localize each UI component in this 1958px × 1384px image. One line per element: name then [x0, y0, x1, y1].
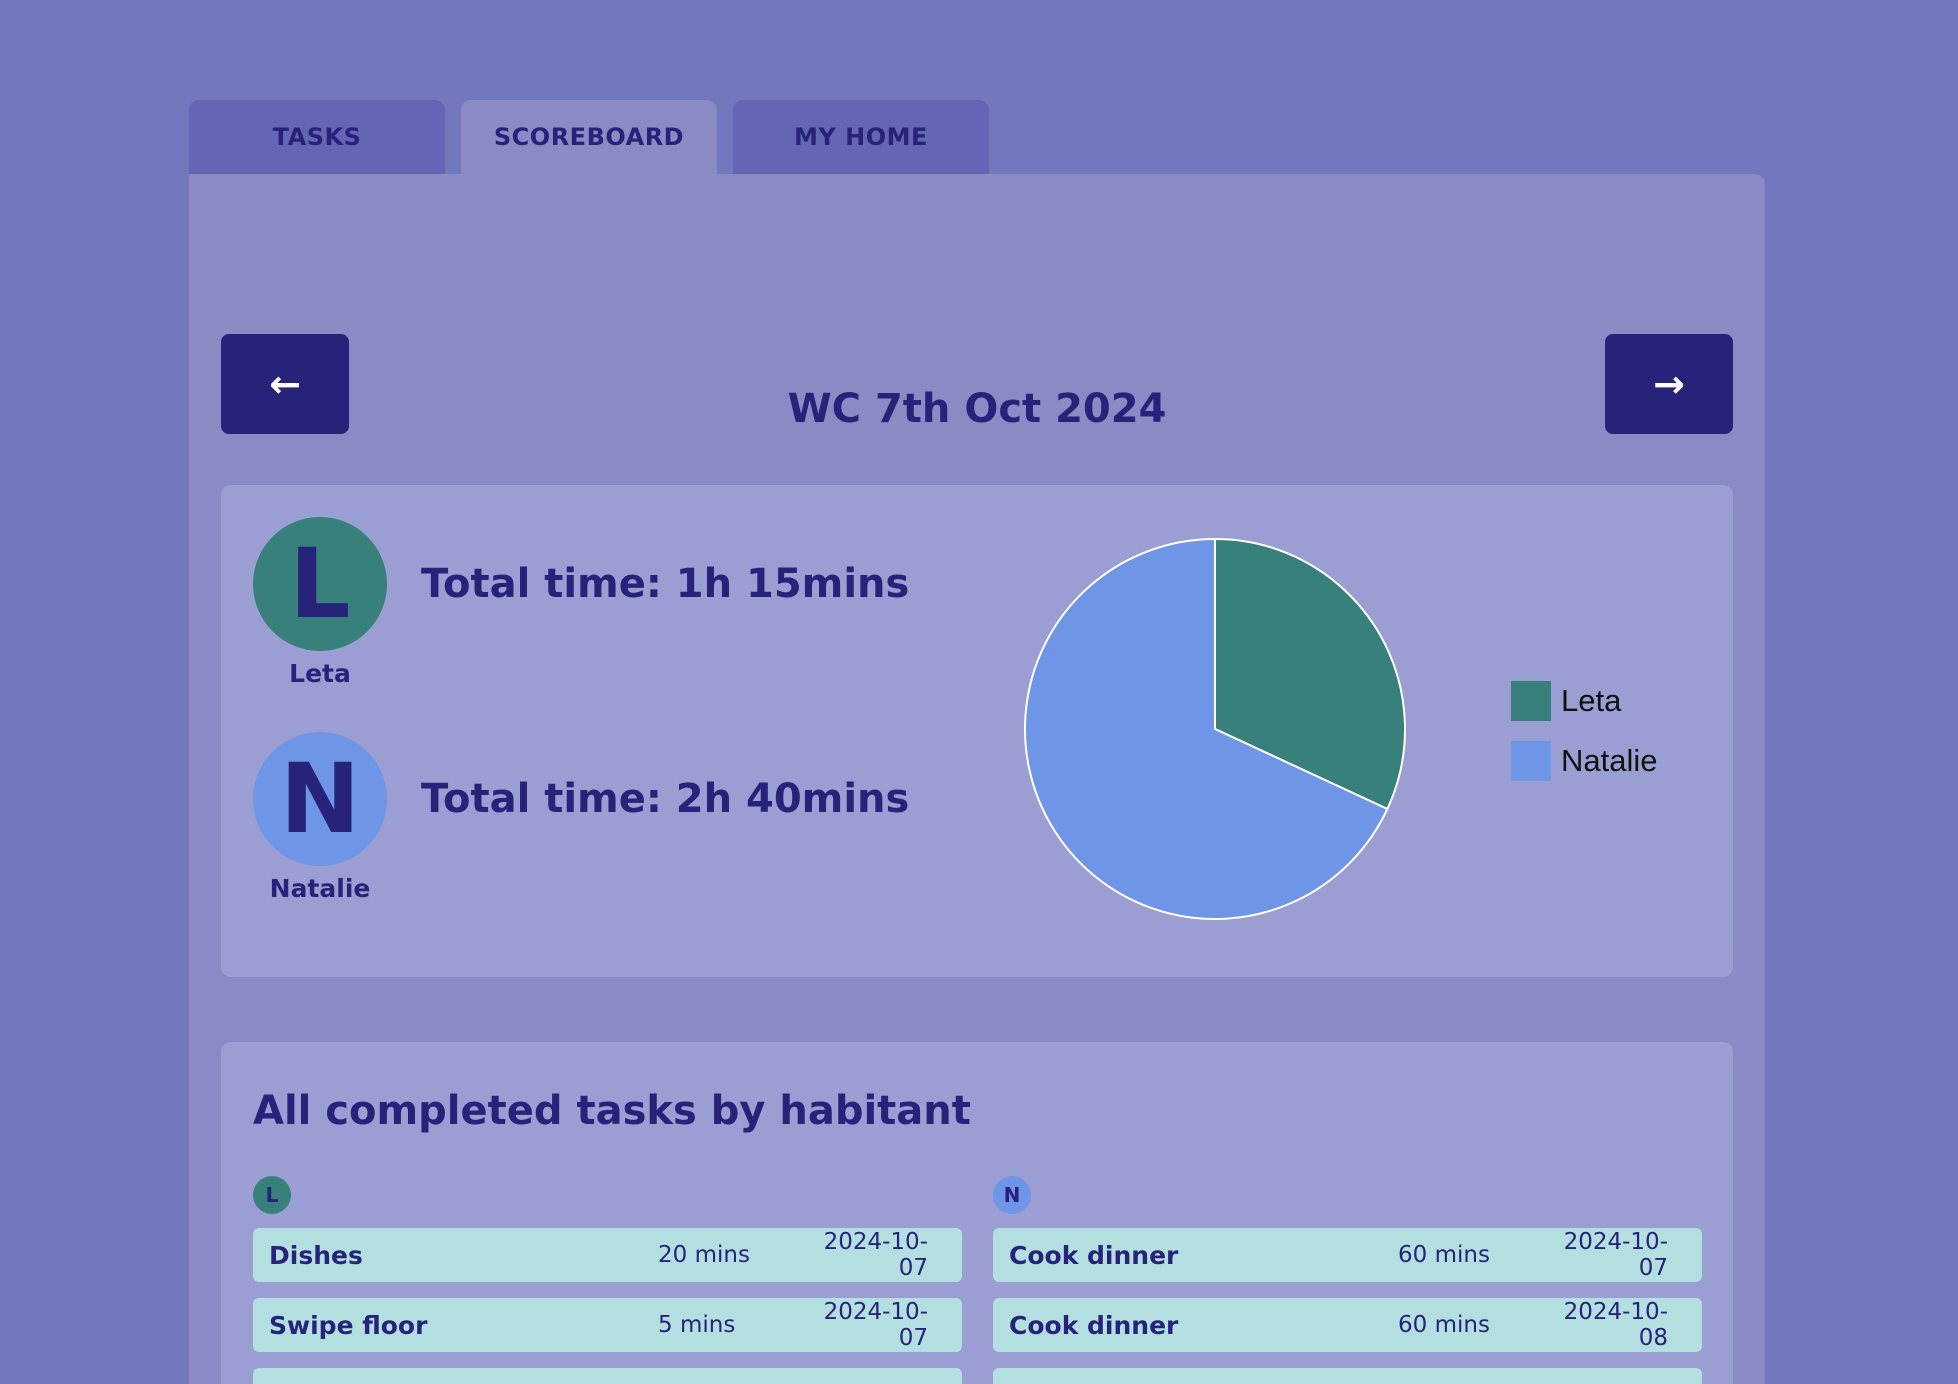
- arrow-right-icon: →: [1653, 362, 1685, 406]
- task-name: Swipe floor: [269, 1310, 428, 1340]
- person-name: Natalie: [269, 874, 371, 903]
- tasks-heading: All completed tasks by habitant: [253, 1088, 971, 1134]
- legend-label: Natalie: [1561, 743, 1658, 778]
- task-duration: 20 mins: [658, 1242, 750, 1268]
- scoreboard-panel: ← WC 7th Oct 2024 → L Leta Total time: 1…: [189, 174, 1765, 1384]
- person-summary-leta: L Leta Total time: 1h 15mins: [253, 517, 909, 688]
- person-identity: N Natalie: [253, 732, 387, 903]
- pie-chart-svg: [1024, 537, 1406, 920]
- task-row[interactable]: Cook dinner 60 mins 2024-10-08: [993, 1298, 1702, 1352]
- tab-my-home[interactable]: MY HOME: [733, 100, 989, 174]
- task-row[interactable]: [253, 1368, 962, 1384]
- task-column-natalie: N Cook dinner 60 mins 2024-10-07 Cook di…: [993, 1176, 1702, 1384]
- task-date: 2024-10-08: [1563, 1299, 1668, 1351]
- task-date: 2024-10-07: [823, 1299, 928, 1351]
- avatar: L: [253, 517, 387, 651]
- person-identity: L Leta: [253, 517, 387, 688]
- legend-swatch: [1511, 681, 1551, 721]
- legend-item-leta: Leta: [1511, 681, 1658, 721]
- person-summary-natalie: N Natalie Total time: 2h 40mins: [253, 732, 909, 903]
- completed-tasks-card: All completed tasks by habitant L Dishes…: [221, 1042, 1733, 1384]
- avatar: L: [253, 1176, 291, 1214]
- week-title: WC 7th Oct 2024: [787, 386, 1167, 432]
- task-row[interactable]: Dishes 20 mins 2024-10-07: [253, 1228, 962, 1282]
- task-date: 2024-10-07: [1563, 1229, 1668, 1281]
- time-summary-card: L Leta Total time: 1h 15mins N Natalie T…: [221, 485, 1733, 977]
- avatar: N: [993, 1176, 1031, 1214]
- task-row[interactable]: [993, 1368, 1702, 1384]
- task-name: Cook dinner: [1009, 1310, 1179, 1340]
- next-week-button[interactable]: →: [1605, 334, 1733, 434]
- tab-tasks[interactable]: TASKS: [189, 100, 445, 174]
- task-date: 2024-10-07: [823, 1229, 928, 1281]
- task-name: Cook dinner: [1009, 1240, 1179, 1270]
- task-duration: 5 mins: [658, 1312, 736, 1338]
- chart-legend: Leta Natalie: [1511, 681, 1658, 801]
- task-row[interactable]: Swipe floor 5 mins 2024-10-07: [253, 1298, 962, 1352]
- total-time: Total time: 2h 40mins: [421, 776, 910, 822]
- legend-swatch: [1511, 741, 1551, 781]
- task-name: Dishes: [269, 1240, 363, 1270]
- task-duration: 60 mins: [1398, 1312, 1490, 1338]
- tab-bar: TASKS SCOREBOARD MY HOME: [189, 100, 989, 174]
- task-duration: 60 mins: [1398, 1242, 1490, 1268]
- task-column-leta: L Dishes 20 mins 2024-10-07 Swipe floor …: [253, 1176, 962, 1384]
- person-name: Leta: [289, 659, 351, 688]
- legend-item-natalie: Natalie: [1511, 741, 1658, 781]
- legend-label: Leta: [1561, 683, 1622, 718]
- time-pie-chart: [1015, 529, 1415, 929]
- task-row[interactable]: Cook dinner 60 mins 2024-10-07: [993, 1228, 1702, 1282]
- avatar: N: [253, 732, 387, 866]
- total-time: Total time: 1h 15mins: [421, 561, 910, 607]
- tab-scoreboard[interactable]: SCOREBOARD: [461, 100, 717, 174]
